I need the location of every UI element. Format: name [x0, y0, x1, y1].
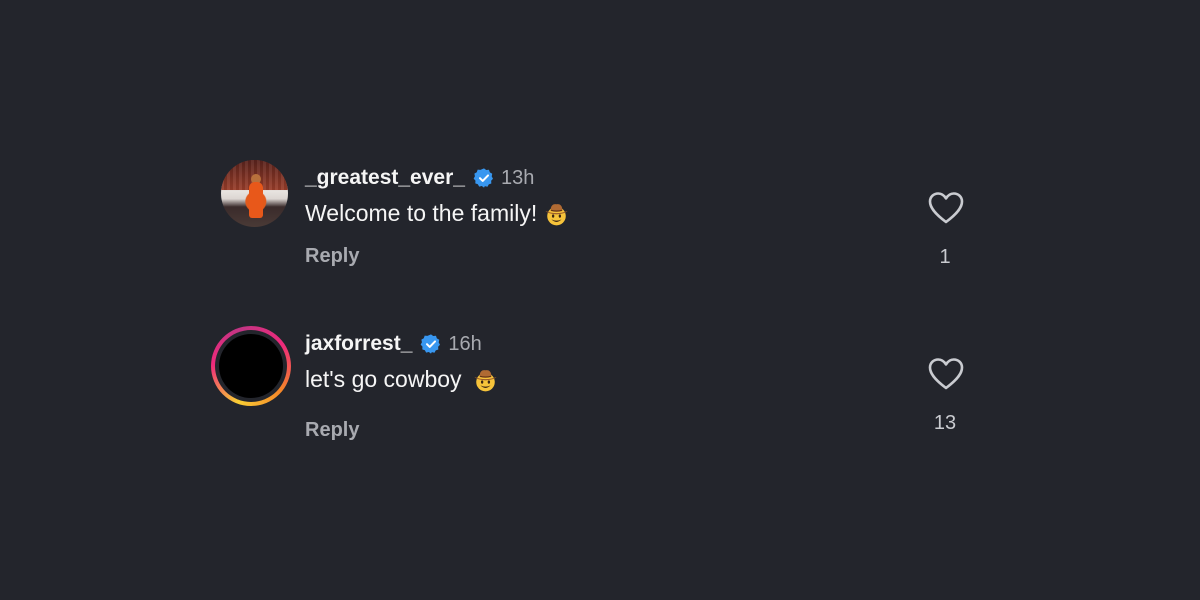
comment-header: _greatest_ever_ 13h	[305, 164, 534, 192]
cowboy-hat-face-emoji-icon	[545, 204, 568, 226]
heart-icon[interactable]	[928, 357, 964, 391]
verified-badge-icon	[421, 334, 441, 354]
comment-text: Welcome to the family!	[305, 200, 538, 226]
reply-button[interactable]: Reply	[305, 419, 359, 442]
comments-panel: _greatest_ever_ 13h Welcome to the famil…	[0, 0, 1200, 600]
avatar	[219, 334, 283, 398]
comment-text: let's go cowboy	[305, 366, 462, 392]
comment-body: Welcome to the family!	[305, 200, 570, 227]
reply-button[interactable]: Reply	[305, 245, 359, 268]
cowboy-hat-face-emoji-icon	[474, 370, 496, 392]
username[interactable]: jaxforrest_	[305, 332, 412, 356]
comment-body: let's go cowboy	[305, 366, 499, 393]
avatar-photo-figure	[249, 182, 263, 218]
like-count: 1	[939, 246, 951, 268]
comment-timestamp: 16h	[448, 332, 482, 355]
avatar-story-ring[interactable]	[211, 326, 291, 406]
verified-badge-icon	[473, 168, 493, 188]
avatar[interactable]	[221, 160, 288, 227]
comment-header: jaxforrest_ 16h	[305, 330, 482, 358]
heart-icon[interactable]	[928, 191, 964, 225]
like-count: 13	[933, 412, 957, 434]
username[interactable]: _greatest_ever_	[305, 166, 465, 190]
comment-timestamp: 13h	[500, 166, 535, 189]
